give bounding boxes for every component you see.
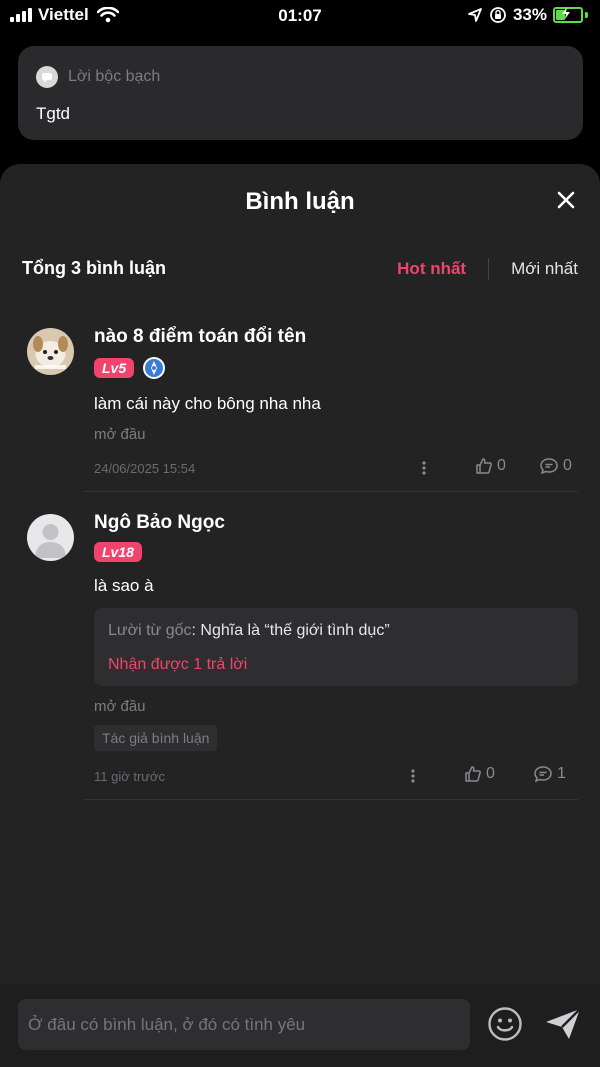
more-options-icon[interactable]	[421, 459, 427, 477]
sheet-title: Bình luận	[245, 188, 355, 215]
like-count: 0	[486, 765, 495, 782]
send-icon[interactable]	[543, 1006, 583, 1042]
comment-bubble-icon	[540, 458, 558, 475]
comment-body: nào 8 điểm toán đổi tên Lv5 làm cái này …	[84, 326, 578, 492]
quoted-reply-box[interactable]: Lười từ gốc: Nghĩa là “thế giới tình dục…	[94, 608, 578, 686]
comment-bubble-icon	[534, 766, 552, 783]
comment-body: Ngô Bảo Ngọc Lv18 là sao à Lười từ gốc: …	[84, 512, 578, 800]
sort-tabs: Hot nhất Mới nhất	[397, 258, 578, 280]
like-count: 0	[497, 457, 506, 474]
more-options-icon[interactable]	[410, 767, 416, 785]
comment-location: mở đầu	[94, 698, 146, 715]
comment-location: mở đầu	[94, 426, 146, 443]
comment-input-container	[18, 999, 470, 1050]
comment-text: làm cái này cho bông nha nha	[94, 394, 321, 413]
quote-text: : Nghĩa là “thế giới tình dục”	[191, 622, 390, 639]
sort-newest-tab[interactable]: Mới nhất	[511, 259, 578, 279]
emoji-icon[interactable]	[487, 1006, 523, 1042]
reply-button[interactable]: 1	[533, 765, 566, 783]
view-replies-link[interactable]: Nhận được 1 trả lời	[108, 656, 564, 674]
charging-bolt-icon	[562, 7, 570, 19]
comment-timestamp: 24/06/2025 15:54	[94, 461, 196, 476]
chat-bubble-icon	[36, 66, 58, 88]
confession-text: Tgtd	[36, 104, 71, 123]
thumbs-up-icon	[465, 766, 481, 782]
comment-timestamp: 11 giờ trước	[94, 769, 166, 784]
confession-card: Lời bộc bạch Tgtd	[18, 46, 583, 140]
avatar[interactable]	[27, 514, 74, 561]
close-icon[interactable]	[554, 188, 578, 212]
status-bar: Viettel 01:07 33%	[0, 0, 600, 32]
thumbs-up-icon	[476, 458, 492, 474]
comment-input[interactable]	[18, 999, 470, 1050]
author-tag: Tác giả bình luận	[94, 725, 218, 751]
comments-sheet: Bình luận Tổng 3 bình luận Hot nhất Mới …	[0, 164, 600, 1067]
battery-icon	[553, 7, 583, 23]
commenter-name[interactable]: Ngô Bảo Ngọc	[94, 512, 578, 534]
verified-badge-icon	[143, 357, 166, 379]
level-badge: Lv5	[94, 358, 135, 378]
comment-text: là sao à	[94, 576, 154, 595]
rotation-lock-icon	[490, 7, 506, 23]
sort-hot-tab[interactable]: Hot nhất	[397, 259, 466, 279]
reply-count: 0	[563, 457, 572, 474]
confession-label: Lời bộc bạch	[68, 68, 161, 85]
like-button[interactable]: 0	[475, 457, 506, 475]
reply-count: 1	[557, 765, 566, 782]
avatar[interactable]	[27, 328, 74, 375]
commenter-name[interactable]: nào 8 điểm toán đổi tên	[94, 326, 578, 348]
reply-button[interactable]: 0	[539, 457, 572, 475]
like-button[interactable]: 0	[464, 765, 495, 783]
location-arrow-icon	[468, 8, 482, 22]
battery-percentage: 33%	[512, 5, 547, 24]
quote-source: Lười từ gốc	[108, 622, 192, 639]
comment-input-bar	[0, 984, 600, 1067]
level-badge: Lv18	[94, 542, 142, 562]
comment-count: Tổng 3 bình luận	[22, 258, 166, 278]
